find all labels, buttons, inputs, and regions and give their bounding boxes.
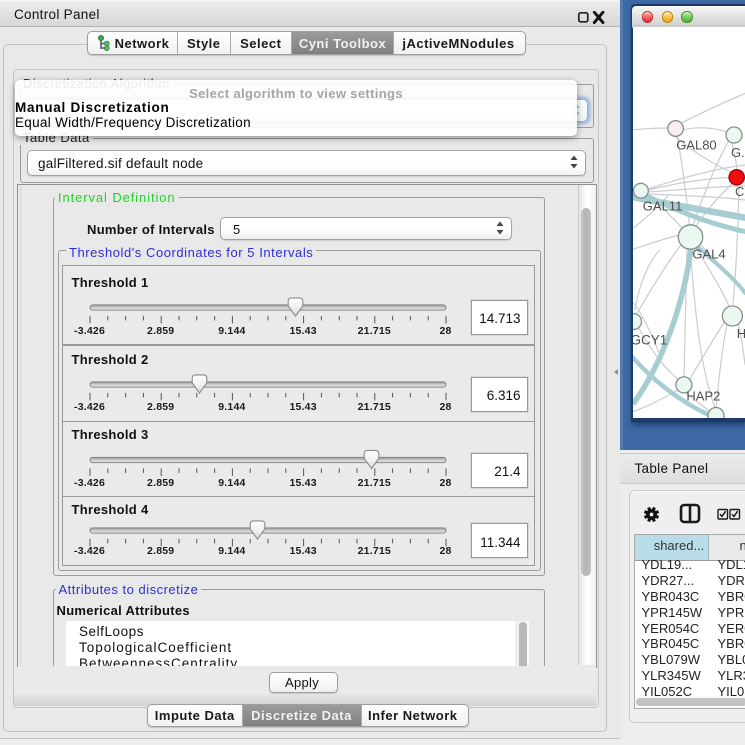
svg-text:G.: G. (731, 145, 745, 160)
svg-text:GCY1: GCY1 (633, 333, 667, 348)
svg-text:GAL80: GAL80 (676, 138, 716, 153)
svg-text:H: H (737, 326, 745, 341)
svg-text:HAP2: HAP2 (686, 389, 720, 404)
svg-text:GAL11: GAL11 (643, 199, 683, 214)
svg-text:GAL4: GAL4 (692, 247, 725, 262)
svg-text:C: C (735, 184, 744, 199)
